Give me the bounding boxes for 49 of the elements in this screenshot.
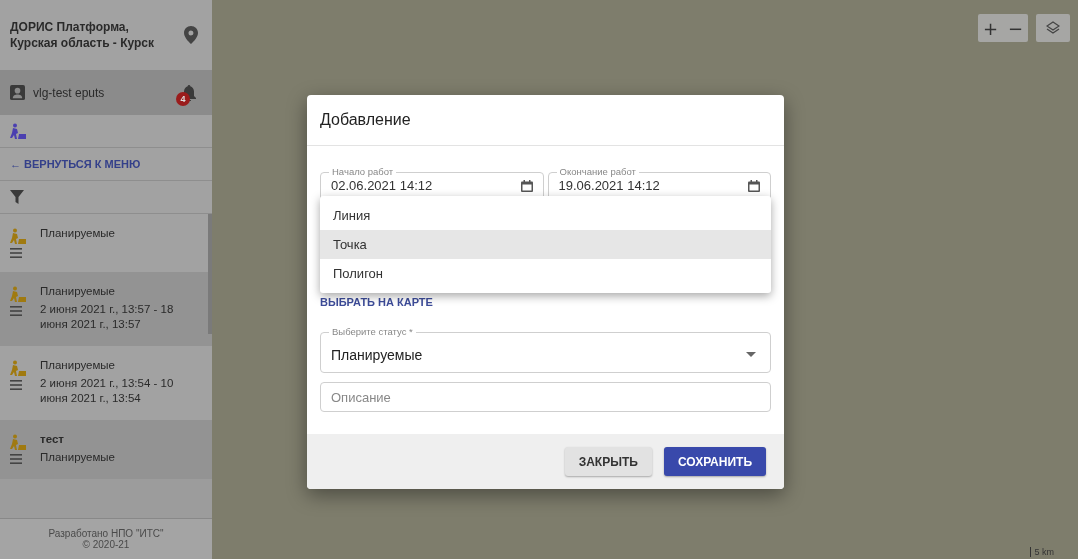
worker-icon[interactable] bbox=[10, 123, 26, 139]
work-list-item[interactable]: Планируемые 2 июня 2021 г., 13:54 - 10 июня 2021 г., 13:54 bbox=[0, 346, 212, 420]
field-label: Начало работ bbox=[329, 166, 397, 177]
location-pin-icon[interactable] bbox=[184, 26, 198, 44]
close-button[interactable]: ЗАКРЫТЬ bbox=[564, 447, 652, 476]
user-name: vlg-test eputs bbox=[33, 85, 106, 100]
description-field[interactable]: Описание bbox=[320, 382, 771, 412]
work-list-item[interactable]: тест Планируемые bbox=[0, 420, 212, 479]
field-value: 02.06.2021 14:12 bbox=[331, 178, 433, 193]
dialog-title: Добавление bbox=[320, 111, 411, 129]
zoom-in-button[interactable]: + bbox=[978, 14, 1003, 42]
item-details: 2 июня 2021 г., 13:54 - 10 июня 2021 г., 13:54 bbox=[40, 376, 175, 406]
layers-icon bbox=[1046, 21, 1060, 35]
account-icon bbox=[10, 85, 25, 100]
field-value: Планируемые bbox=[331, 346, 423, 363]
menu-icon[interactable] bbox=[10, 380, 22, 390]
notification-badge: 4 bbox=[176, 92, 190, 106]
platform-title: ДОРИС Платформа, Курская область - Курск bbox=[10, 19, 156, 51]
calendar-icon[interactable] bbox=[520, 180, 533, 192]
item-title: Планируемые bbox=[40, 358, 116, 373]
map-scale: 5 km bbox=[1030, 547, 1054, 557]
footer-text: Разработано НПО "ИТС" bbox=[48, 528, 164, 539]
worker-icon bbox=[10, 360, 26, 376]
menu-icon[interactable] bbox=[10, 454, 22, 464]
filter-icon[interactable] bbox=[10, 190, 24, 204]
worker-icon bbox=[10, 286, 26, 302]
item-title: Планируемые bbox=[40, 226, 115, 241]
menu-option[interactable]: Полигон bbox=[320, 259, 771, 288]
layers-button[interactable] bbox=[1036, 14, 1070, 42]
field-value: 19.06.2021 14:12 bbox=[558, 178, 660, 193]
save-button[interactable]: СОХРАНИТЬ bbox=[663, 447, 766, 476]
calendar-icon[interactable] bbox=[748, 180, 760, 192]
scrollbar-thumb[interactable] bbox=[208, 214, 212, 334]
work-list-item[interactable]: Планируемые 2 июня 2021 г., 13:57 - 18 июня 2021 г., 13:57 bbox=[0, 272, 212, 346]
item-details: 2 июня 2021 г., 13:57 - 18 июня 2021 г., 13:57 bbox=[40, 302, 175, 332]
item-details: Планируемые bbox=[40, 450, 116, 465]
caret-icon bbox=[746, 352, 756, 357]
zoom-out-button[interactable]: − bbox=[1003, 14, 1028, 42]
menu-option[interactable]: Точка bbox=[320, 230, 771, 259]
menu-icon[interactable] bbox=[10, 306, 22, 316]
field-label: Окончание работ bbox=[556, 166, 639, 177]
item-title: тест bbox=[40, 432, 65, 447]
worker-icon bbox=[10, 228, 26, 244]
select-on-map-link[interactable]: ВЫБРАТЬ НА КАРТЕ bbox=[320, 296, 771, 308]
item-title: Планируемые bbox=[40, 284, 116, 299]
field-label: Выберите статус * bbox=[329, 326, 416, 337]
footer-text: © 2020-21 bbox=[82, 539, 130, 550]
worker-icon bbox=[10, 434, 26, 450]
menu-icon[interactable] bbox=[10, 248, 22, 258]
